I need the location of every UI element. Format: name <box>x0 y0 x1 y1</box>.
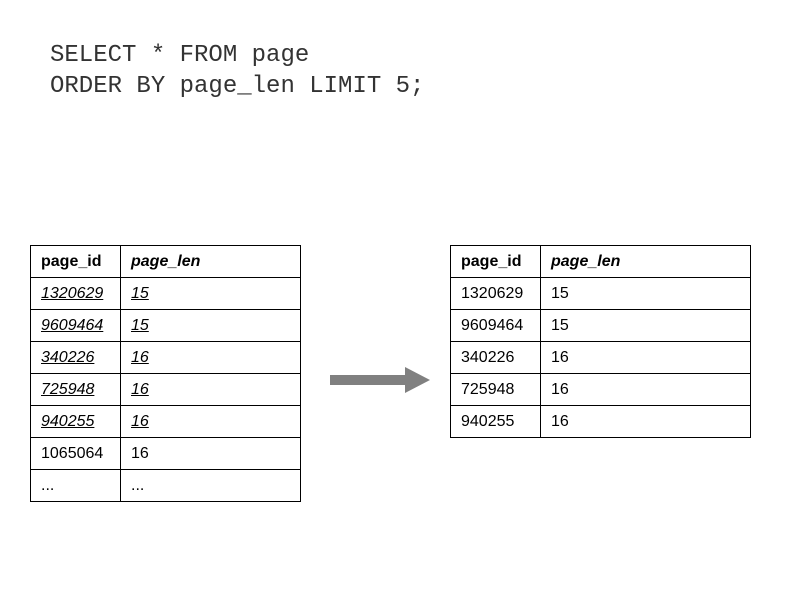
table-row: ...... <box>31 470 301 502</box>
cell-page-id: 1065064 <box>31 438 121 470</box>
cell-page-len: 16 <box>121 438 301 470</box>
col-header-page-len: page_len <box>121 246 301 278</box>
table-row: 106506416 <box>31 438 301 470</box>
table-row: 132062915 <box>451 278 751 310</box>
sql-query: SELECT * FROM page ORDER BY page_len LIM… <box>50 40 424 102</box>
table-header-row: page_id page_len <box>451 246 751 278</box>
cell-page-len: 15 <box>121 278 301 310</box>
cell-page-len: 16 <box>121 374 301 406</box>
cell-page-id: ... <box>31 470 121 502</box>
table-row: 72594816 <box>451 374 751 406</box>
table-row: 132062915 <box>31 278 301 310</box>
arrow-icon <box>330 365 430 395</box>
cell-page-len: ... <box>121 470 301 502</box>
table-row: 94025516 <box>31 406 301 438</box>
cell-page-len: 16 <box>541 342 751 374</box>
cell-page-len: 15 <box>541 278 751 310</box>
result-table: page_id page_len 13206291596094641534022… <box>450 245 751 438</box>
cell-page-id: 9609464 <box>31 310 121 342</box>
cell-page-len: 16 <box>121 342 301 374</box>
cell-page-len: 16 <box>121 406 301 438</box>
cell-page-len: 16 <box>541 374 751 406</box>
cell-page-id: 940255 <box>31 406 121 438</box>
table-row: 34022616 <box>31 342 301 374</box>
cell-page-id: 340226 <box>451 342 541 374</box>
table-row: 960946415 <box>451 310 751 342</box>
cell-page-id: 725948 <box>31 374 121 406</box>
cell-page-len: 15 <box>541 310 751 342</box>
cell-page-len: 15 <box>121 310 301 342</box>
sql-line-1: SELECT * FROM page <box>50 42 309 69</box>
cell-page-len: 16 <box>541 406 751 438</box>
table-row: 34022616 <box>451 342 751 374</box>
table-row: 72594816 <box>31 374 301 406</box>
sql-line-2: ORDER BY page_len LIMIT 5; <box>50 73 424 100</box>
source-table: page_id page_len 13206291596094641534022… <box>30 245 301 502</box>
cell-page-id: 9609464 <box>451 310 541 342</box>
cell-page-id: 725948 <box>451 374 541 406</box>
cell-page-id: 340226 <box>31 342 121 374</box>
cell-page-id: 1320629 <box>31 278 121 310</box>
table-header-row: page_id page_len <box>31 246 301 278</box>
cell-page-id: 1320629 <box>451 278 541 310</box>
cell-page-id: 940255 <box>451 406 541 438</box>
table-row: 960946415 <box>31 310 301 342</box>
col-header-page-len: page_len <box>541 246 751 278</box>
col-header-page-id: page_id <box>451 246 541 278</box>
table-row: 94025516 <box>451 406 751 438</box>
col-header-page-id: page_id <box>31 246 121 278</box>
